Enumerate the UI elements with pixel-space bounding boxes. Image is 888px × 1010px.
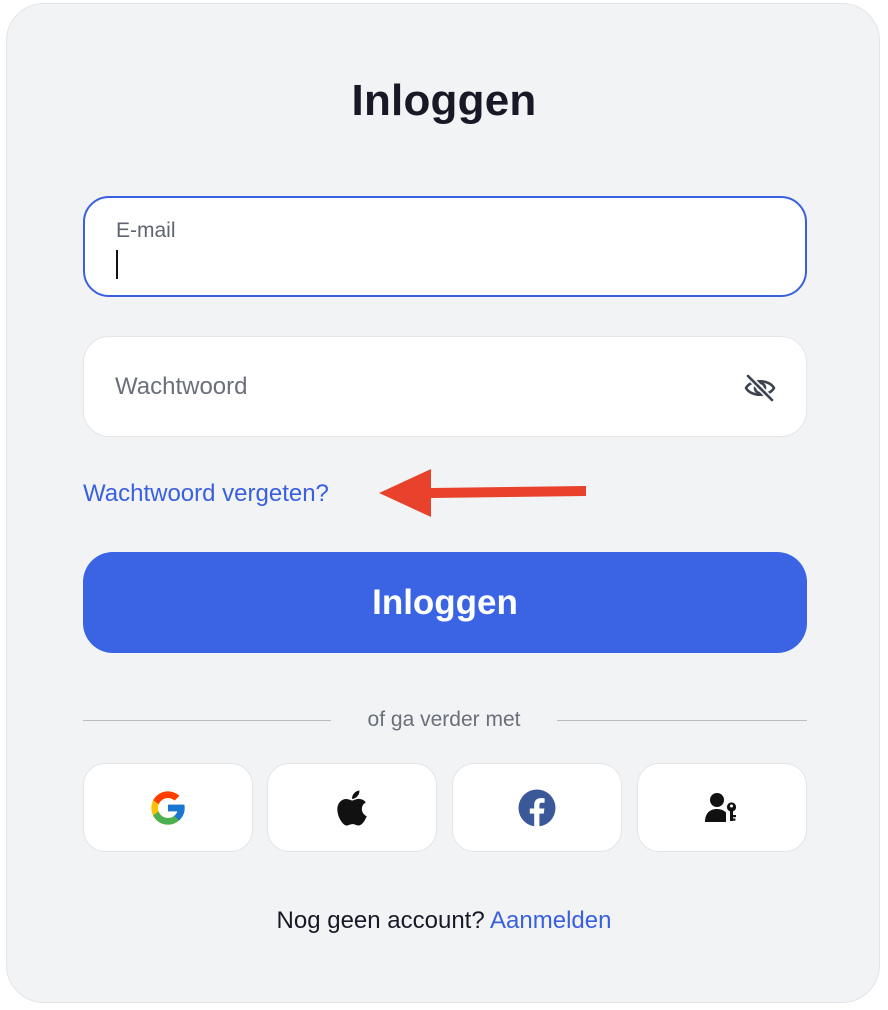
divider-text: of ga verder met <box>367 708 521 731</box>
passkey-login-button[interactable] <box>637 763 807 852</box>
eye-slash-icon[interactable] <box>742 370 778 406</box>
signup-link[interactable]: Aanmelden <box>490 907 611 934</box>
apple-icon <box>337 790 367 825</box>
login-button[interactable]: Inloggen <box>83 552 807 653</box>
google-login-button[interactable] <box>83 763 253 852</box>
apple-login-button[interactable] <box>267 763 437 852</box>
text-cursor <box>116 250 118 279</box>
signup-prompt: Nog geen account? Aanmelden <box>7 907 881 935</box>
login-card: Inloggen E-mail Wachtwoord Wachtwoord ve… <box>6 3 880 1003</box>
email-field[interactable]: E-mail <box>83 196 807 297</box>
social-login-row <box>83 763 807 852</box>
google-icon <box>151 790 185 825</box>
forgot-password-link[interactable]: Wachtwoord vergeten? <box>83 480 329 508</box>
divider-line-left <box>83 720 331 721</box>
password-placeholder: Wachtwoord <box>115 373 248 400</box>
facebook-icon <box>518 789 556 827</box>
page-title: Inloggen <box>351 76 537 125</box>
facebook-login-button[interactable] <box>452 763 622 852</box>
passkey-icon <box>705 792 737 822</box>
signup-prompt-text: Nog geen account? <box>276 907 485 934</box>
password-field[interactable]: Wachtwoord <box>83 336 807 437</box>
divider-line-right <box>557 720 807 721</box>
red-arrow-annotation <box>379 469 586 517</box>
email-label: E-mail <box>116 219 176 242</box>
